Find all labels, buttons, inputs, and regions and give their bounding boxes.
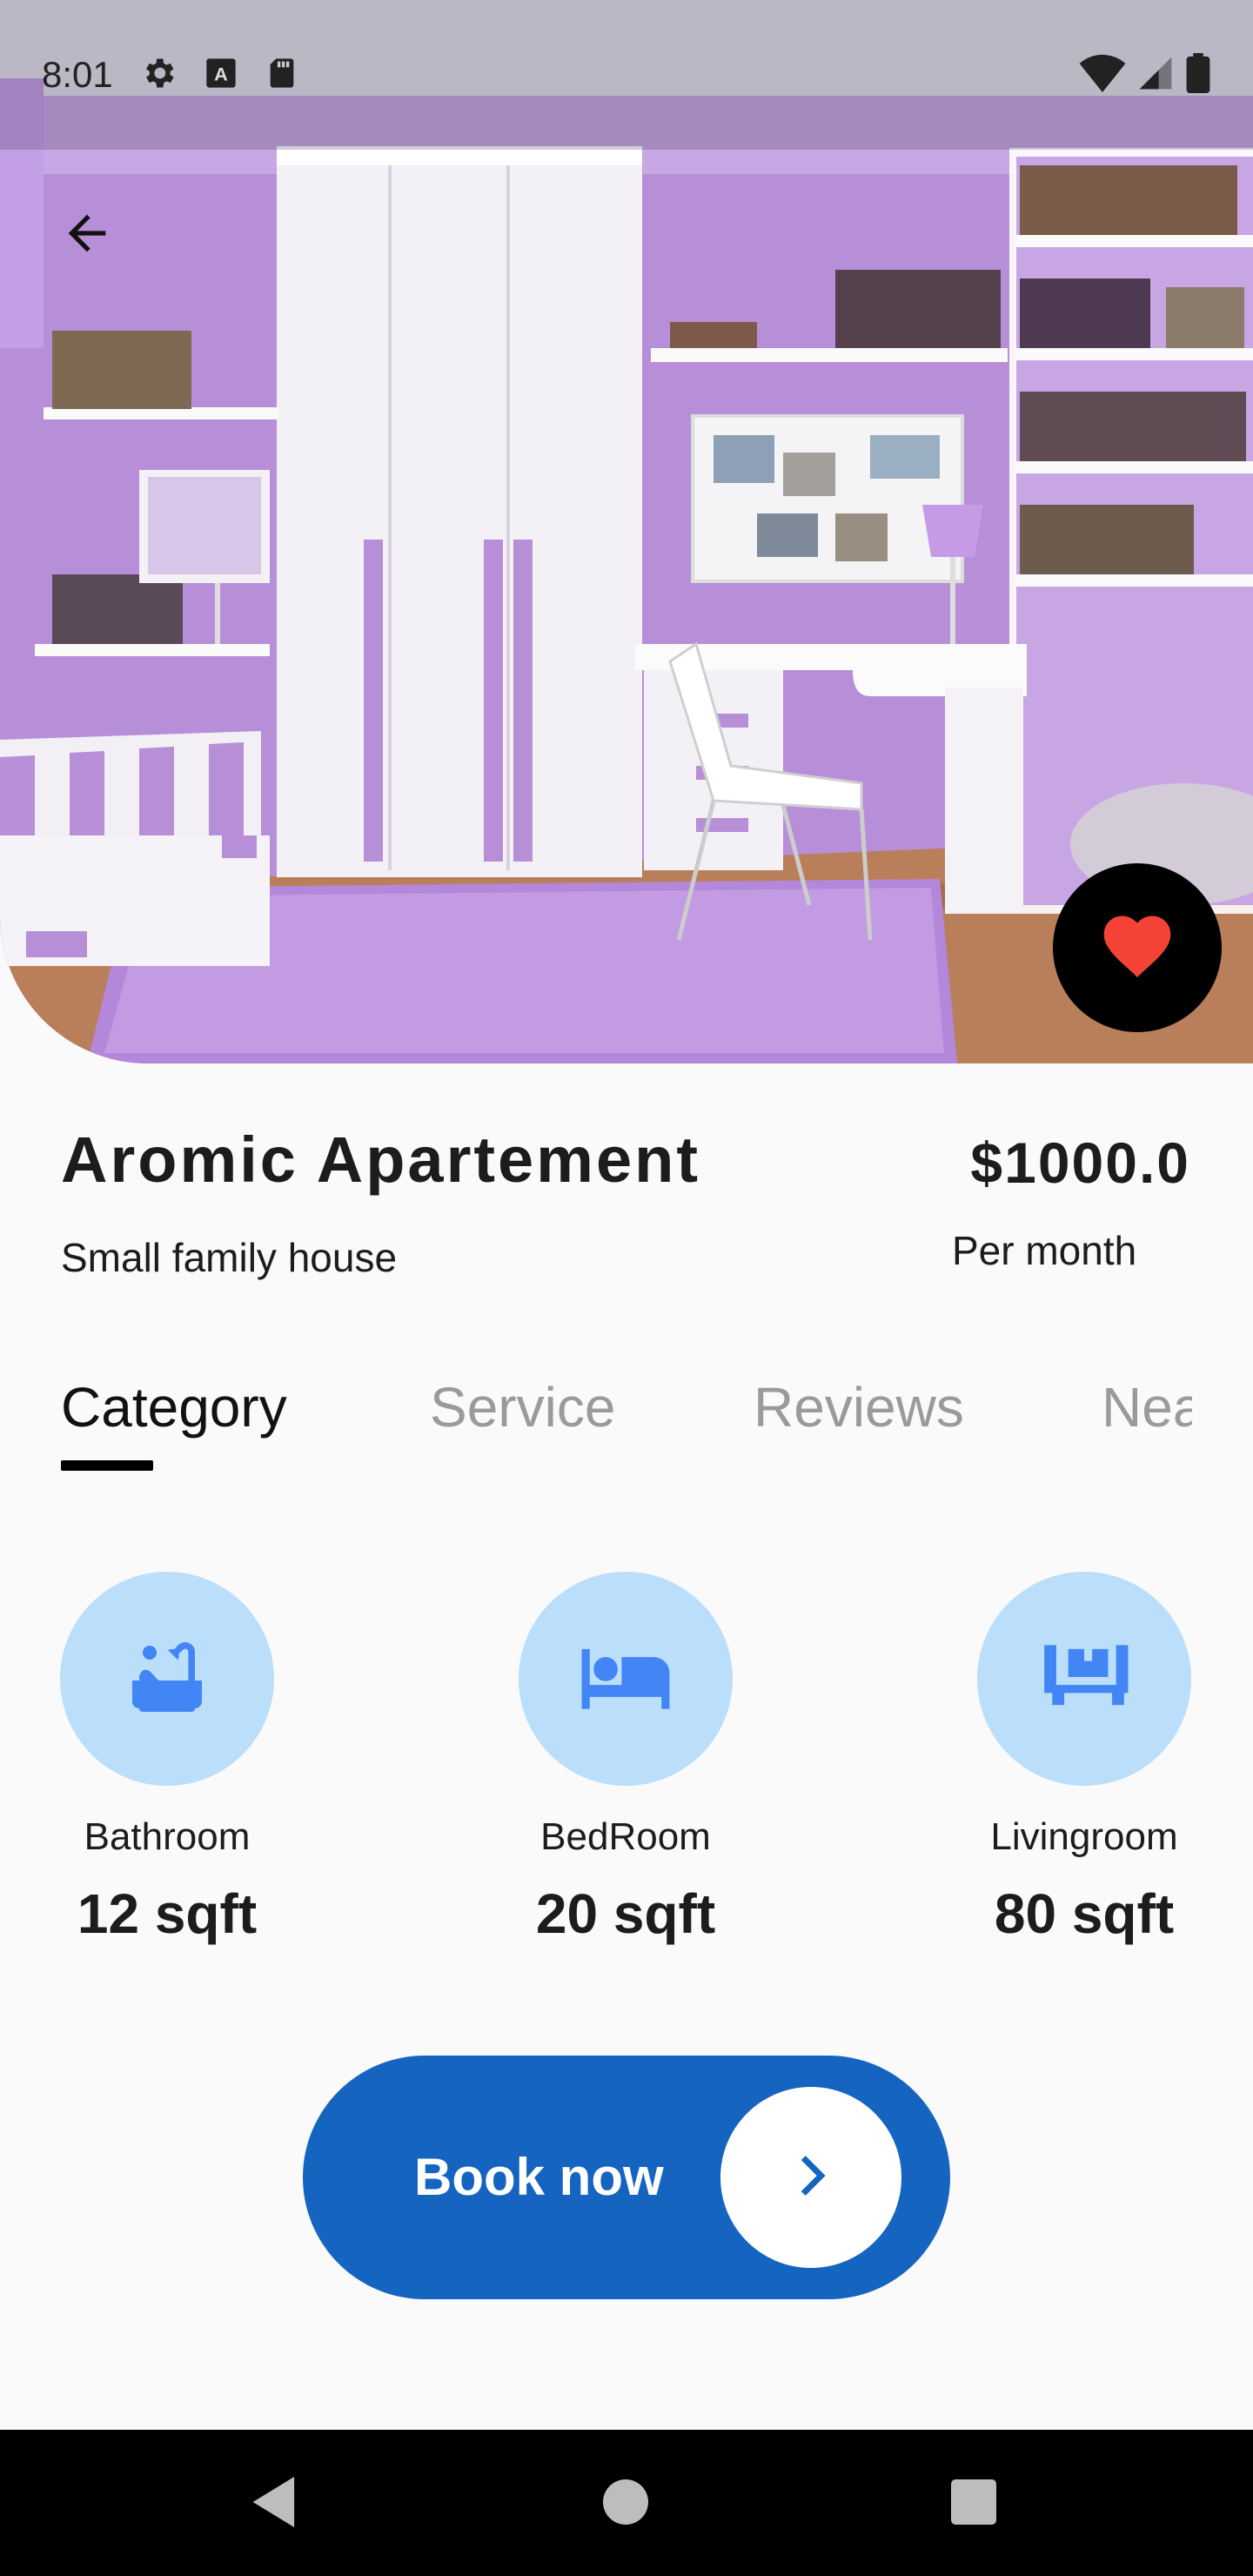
system-nav-bar [0, 2430, 1253, 2576]
heart-icon [1097, 906, 1177, 990]
listing-subtitle: Small family house [61, 1235, 398, 1280]
tab-reviews[interactable]: Reviews [754, 1375, 964, 1439]
category-name: Bathroom [84, 1815, 251, 1858]
nav-back-button[interactable] [237, 2465, 315, 2543]
category-name: Livingroom [990, 1815, 1178, 1858]
settings-icon [139, 54, 178, 97]
category-bathroom[interactable]: Bathroom 12 sqft [58, 1572, 276, 1946]
tab-service[interactable]: Service [430, 1375, 615, 1439]
category-icon-circle [519, 1572, 733, 1786]
back-button[interactable] [52, 200, 122, 270]
battery-icon [1185, 52, 1211, 97]
category-icon-circle [977, 1572, 1191, 1786]
text-a-icon: A [204, 56, 238, 95]
category-size: 12 sqft [77, 1882, 258, 1945]
tab-nearby[interactable]: Nea [1102, 1375, 1192, 1439]
recents-square-icon [951, 2479, 996, 2529]
category-size: 20 sqft [535, 1882, 716, 1945]
wifi-icon [1079, 54, 1126, 97]
home-circle-icon [603, 2479, 648, 2529]
sd-card-icon [265, 56, 299, 95]
nav-home-button[interactable] [586, 2465, 665, 2543]
price-period: Per month [952, 1228, 1137, 1273]
status-time: 8:01 [42, 54, 113, 95]
tab-category[interactable]: Category [61, 1375, 287, 1439]
listing-title: Aromic Apartement [61, 1124, 700, 1196]
book-now-label: Book now [414, 2148, 664, 2206]
category-icon-circle [60, 1572, 274, 1786]
book-now-button[interactable]: Book now [303, 2056, 950, 2299]
bed-icon [578, 1629, 673, 1729]
nav-recents-button[interactable] [935, 2465, 1013, 2543]
arrow-left-icon [59, 205, 115, 265]
bathtub-icon [125, 1635, 209, 1723]
category-livingroom[interactable]: Livingroom 80 sqft [975, 1572, 1193, 1946]
svg-text:A: A [214, 63, 228, 84]
category-name: BedRoom [540, 1815, 711, 1858]
tab-bar: Category Service Reviews Nea [61, 1375, 1192, 1479]
listing-price: $1000.0 [970, 1130, 1190, 1195]
tab-indicator [61, 1460, 153, 1471]
category-bedroom[interactable]: BedRoom 20 sqft [517, 1572, 734, 1946]
category-size: 80 sqft [994, 1882, 1175, 1945]
chevron-right-icon [781, 2145, 841, 2210]
favorite-button[interactable] [1053, 863, 1222, 1032]
signal-icon [1136, 54, 1175, 97]
sofa-icon [1036, 1629, 1132, 1729]
status-bar: 8:01 A [0, 0, 1253, 150]
book-now-arrow [720, 2087, 901, 2268]
back-triangle-icon [252, 2476, 299, 2532]
